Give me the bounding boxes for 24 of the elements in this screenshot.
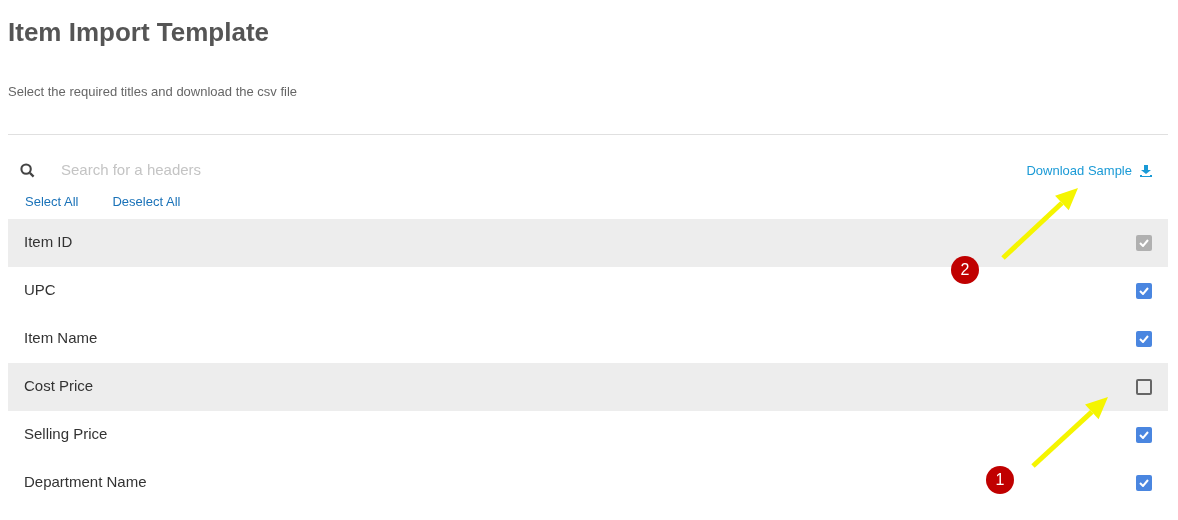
page-title: Item Import Template [8, 16, 270, 48]
header-label: Item Name [24, 328, 98, 349]
header-label: Item ID [24, 232, 73, 253]
header-label: Cost Price [24, 376, 94, 397]
check-icon [1139, 286, 1149, 295]
checkbox[interactable] [1136, 474, 1152, 491]
page-subtitle: Select the required titles and download the csv file [8, 83, 299, 101]
check-icon [1139, 334, 1149, 343]
selection-link[interactable]: Select All [25, 192, 79, 212]
download-icon [1140, 164, 1152, 177]
check-icon [1139, 478, 1149, 487]
header-row[interactable]: Cost Price [8, 362, 1168, 411]
checkbox[interactable] [1136, 426, 1152, 443]
check-icon [1139, 430, 1149, 439]
checkbox[interactable] [1136, 282, 1152, 299]
header-label: UPC [24, 280, 56, 301]
header-label: Department Name [24, 472, 147, 493]
checkbox[interactable] [1136, 330, 1152, 347]
selection-link[interactable]: Deselect All [112, 192, 181, 212]
checkbox[interactable] [1136, 378, 1152, 395]
header-label: Selling Price [24, 424, 108, 445]
search-field[interactable]: Search for a headers [61, 159, 361, 182]
search-icon [20, 163, 35, 178]
check-icon [1139, 238, 1149, 247]
